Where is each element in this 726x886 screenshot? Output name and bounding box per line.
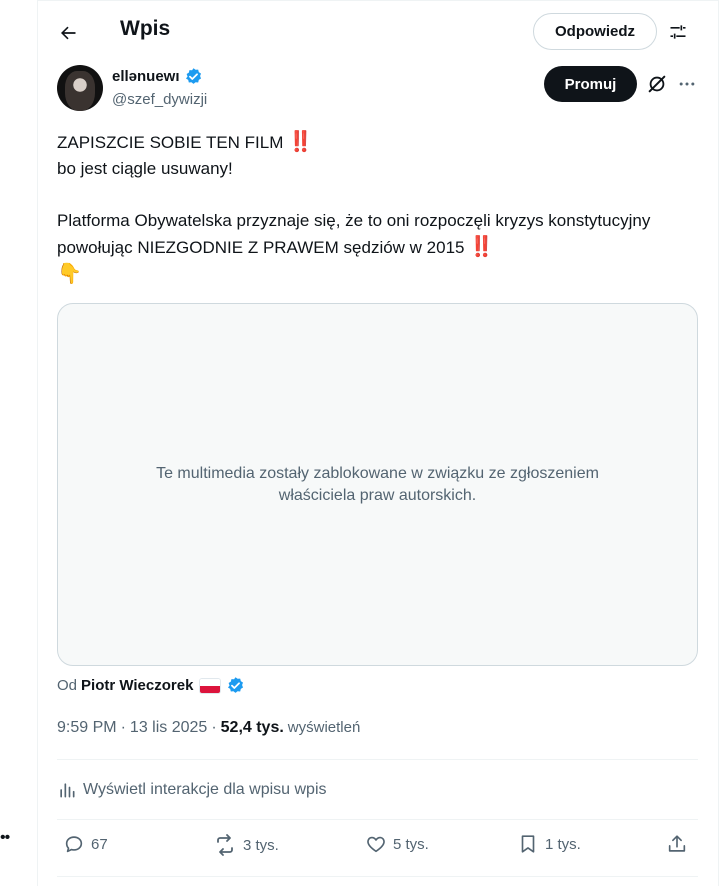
repost-icon <box>217 834 233 856</box>
tweet-line: Platforma Obywatelska przyznaje się, że … <box>57 211 651 285</box>
pointing-down-emoji: 👇 <box>57 263 82 285</box>
post-date[interactable]: 13 lis 2025 <box>130 719 207 737</box>
repost-action[interactable]: 3 tys. <box>213 833 279 857</box>
divider <box>57 819 698 820</box>
reply-count: 67 <box>91 835 108 853</box>
like-action[interactable]: 5 tys. <box>365 833 429 855</box>
double-exclamation-emoji: ‼️ <box>469 236 494 258</box>
heart-icon <box>367 836 385 853</box>
settings-sliders-button[interactable] <box>661 15 695 49</box>
author-name-row: ellənuewı <box>112 67 203 86</box>
post-column: Wpis Odpowiedz ellənuewı @szef_dywizji P… <box>37 0 719 886</box>
view-engagements-link[interactable]: Wyświetl interakcje dla wpisu wpis <box>57 780 327 800</box>
attribution-prefix: Od <box>57 677 78 694</box>
blocked-media-container: Te multimedia zostały zablokowane w zwią… <box>57 303 698 666</box>
sidebar-more-dots-icon[interactable]: •• <box>0 830 10 846</box>
tweet-line: ZAPISZCIE SOBIE TEN FILM ‼️ <box>57 131 313 153</box>
divider <box>57 759 698 760</box>
bookmark-count: 1 tys. <box>545 835 581 853</box>
post-actions-bar: 67 3 tys. 5 tys. 1 tys. <box>57 833 698 863</box>
page-header: Wpis Odpowiedz <box>38 1 720 63</box>
analytics-bars-icon <box>60 783 75 798</box>
like-count: 5 tys. <box>393 835 429 853</box>
author-handle[interactable]: @szef_dywizji <box>112 91 207 108</box>
post-meta: 9:59 PM · 13 lis 2025 · 52,4 tys. wyświe… <box>57 719 360 737</box>
bookmark-action[interactable]: 1 tys. <box>517 833 581 855</box>
views-count: 52,4 tys. <box>220 719 284 736</box>
more-options-button[interactable] <box>674 71 700 97</box>
reply-action[interactable]: 67 <box>63 833 108 855</box>
bookmark-icon <box>521 835 535 853</box>
tweet-line <box>57 182 697 208</box>
sliders-icon <box>670 25 686 39</box>
verified-badge-icon <box>185 68 201 84</box>
author-display-name[interactable]: ellənuewı <box>112 68 180 85</box>
back-button[interactable] <box>50 15 86 51</box>
grok-button[interactable] <box>644 71 670 97</box>
more-horizontal-icon <box>679 82 695 86</box>
reply-bubble-icon <box>65 836 83 853</box>
views-label: wyświetleń <box>287 719 361 736</box>
avatar[interactable] <box>57 65 103 111</box>
attribution-name[interactable]: Piotr Wieczorek <box>81 677 193 694</box>
reply-button[interactable]: Odpowiedz <box>533 13 657 50</box>
share-action[interactable] <box>666 833 688 855</box>
verified-badge-icon <box>228 677 244 693</box>
tweet-text: ZAPISZCIE SOBIE TEN FILM ‼️ bo jest ciąg… <box>57 129 697 288</box>
divider <box>57 876 698 877</box>
promote-button[interactable]: Promuj <box>544 66 637 102</box>
grok-icon <box>648 75 666 93</box>
repost-count: 3 tys. <box>243 836 279 854</box>
post-time[interactable]: 9:59 PM <box>57 719 117 737</box>
blocked-media-message: Te multimedia zostały zablokowane w zwią… <box>156 464 599 504</box>
double-exclamation-emoji: ‼️ <box>288 131 313 153</box>
view-engagements-label: Wyświetl interakcje dla wpisu wpis <box>83 781 327 798</box>
tweet-line: bo jest ciągle usuwany! <box>57 159 233 178</box>
media-attribution: Od Piotr Wieczorek <box>57 676 245 695</box>
meta-separator: · <box>211 719 217 736</box>
poland-flag-icon <box>200 678 221 693</box>
share-upload-icon <box>668 835 686 852</box>
page-title: Wpis <box>120 17 171 40</box>
arrow-left-icon <box>61 26 76 40</box>
meta-separator: · <box>120 719 126 736</box>
